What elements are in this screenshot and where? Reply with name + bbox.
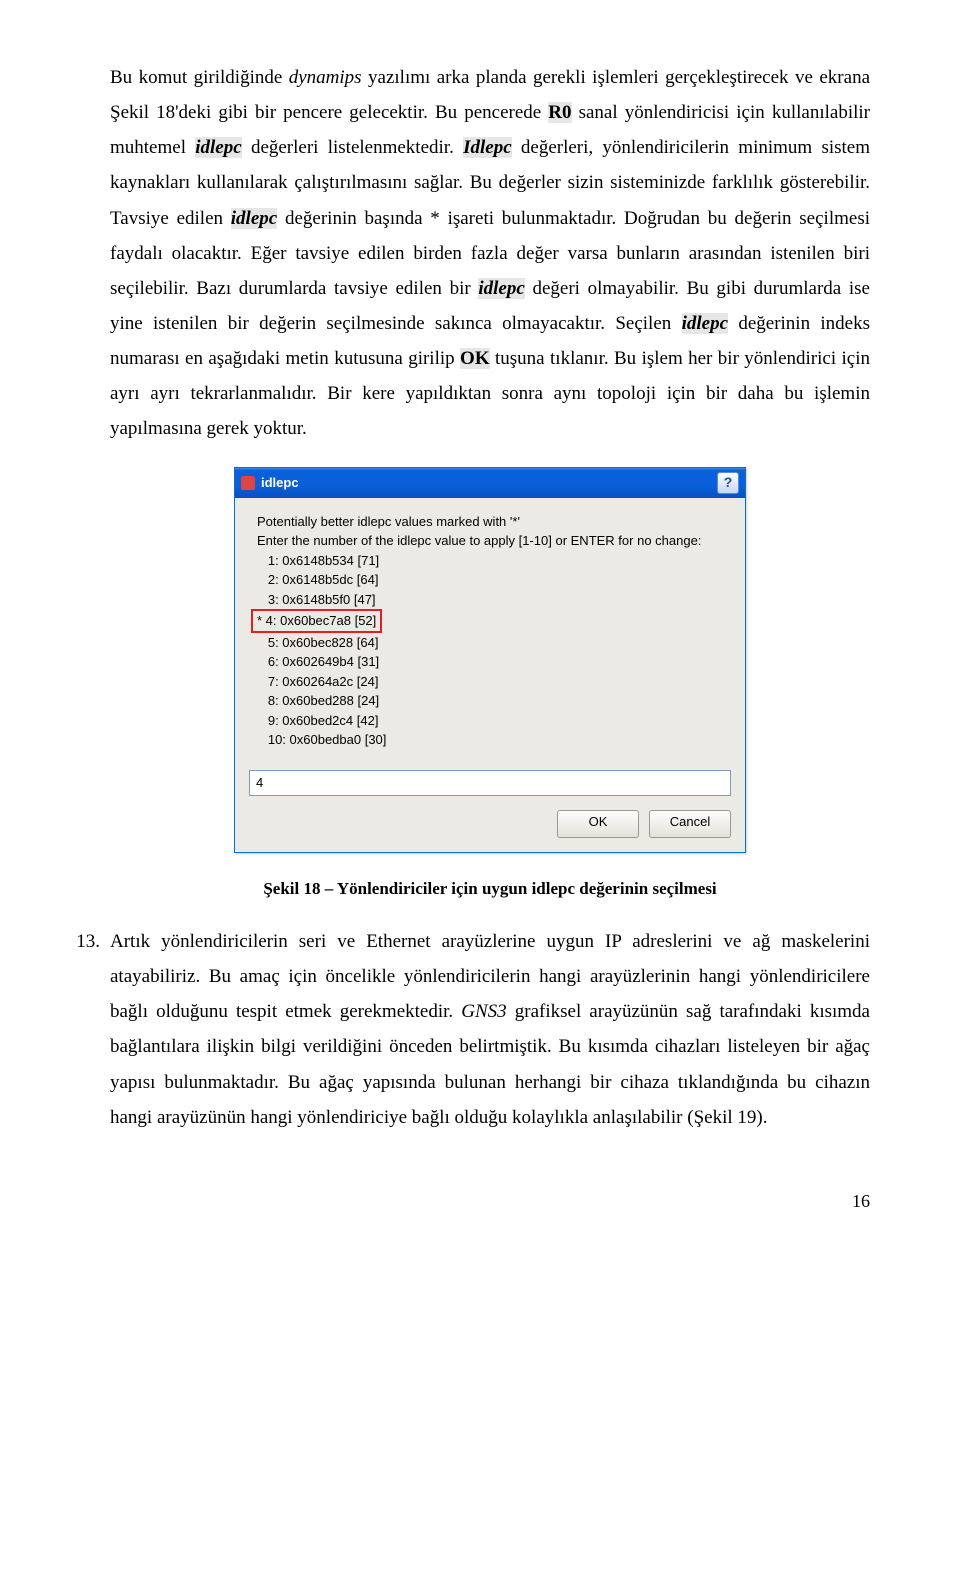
idlepc-dialog: idlepc ? Potentially better idlepc value… — [234, 467, 746, 853]
idlepc-option: 10: 0x60bedba0 [30] — [249, 730, 731, 750]
dialog-title: idlepc — [261, 473, 711, 493]
dialog-body: Potentially better idlepc values marked … — [235, 498, 745, 852]
idlepc-option: 6: 0x602649b4 [31] — [249, 652, 731, 672]
cancel-button[interactable]: Cancel — [649, 810, 731, 838]
term-dynamips: dynamips — [289, 67, 362, 88]
term-gns3: GNS3 — [461, 1001, 506, 1022]
dialog-titlebar[interactable]: idlepc ? — [235, 468, 745, 498]
list-item-13: 13. Artık yönlendiricilerin seri ve Ethe… — [110, 924, 870, 1135]
hl-r0: R0 — [548, 102, 571, 123]
list-item-text: Artık yönlendiricilerin seri ve Ethernet… — [110, 924, 870, 1135]
highlighted-option: * 4: 0x60bec7a8 [52] — [251, 609, 382, 633]
dialog-button-row: OK Cancel — [249, 810, 731, 838]
idlepc-option: 2: 0x6148b5dc [64] — [249, 570, 731, 590]
idlepc-option: 5: 0x60bec828 [64] — [249, 633, 731, 653]
idlepc-option: 7: 0x60264a2c [24] — [249, 672, 731, 692]
hl-idlepc: idlepc — [478, 278, 524, 299]
idlepc-option-recommended: * 4: 0x60bec7a8 [52] — [249, 609, 731, 633]
dialog-text: Potentially better idlepc values marked … — [249, 512, 731, 532]
hl-idlepc: Idlepc — [463, 137, 512, 158]
help-button[interactable]: ? — [717, 472, 739, 494]
hl-idlepc: idlepc — [682, 313, 728, 334]
text: Bu komut girildiğinde — [110, 67, 289, 88]
page-number: 16 — [110, 1185, 870, 1218]
idlepc-index-input[interactable] — [249, 770, 731, 796]
idlepc-option: 1: 0x6148b534 [71] — [249, 551, 731, 571]
figure-caption: Şekil 18 – Yönlendiriciler için uygun id… — [110, 873, 870, 904]
idlepc-option: 8: 0x60bed288 [24] — [249, 691, 731, 711]
main-paragraph: Bu komut girildiğinde dynamips yazılımı … — [110, 60, 870, 447]
ok-button[interactable]: OK — [557, 810, 639, 838]
list-item-number: 13. — [68, 924, 110, 1135]
app-icon — [241, 476, 255, 490]
hl-idlepc: idlepc — [195, 137, 241, 158]
idlepc-option: 3: 0x6148b5f0 [47] — [249, 590, 731, 610]
hl-idlepc: idlepc — [231, 208, 277, 229]
dialog-text: Enter the number of the idlepc value to … — [249, 531, 731, 551]
idlepc-option: 9: 0x60bed2c4 [42] — [249, 711, 731, 731]
text: değerleri listelenmektedir. — [242, 137, 463, 158]
hl-ok: OK — [460, 348, 490, 369]
